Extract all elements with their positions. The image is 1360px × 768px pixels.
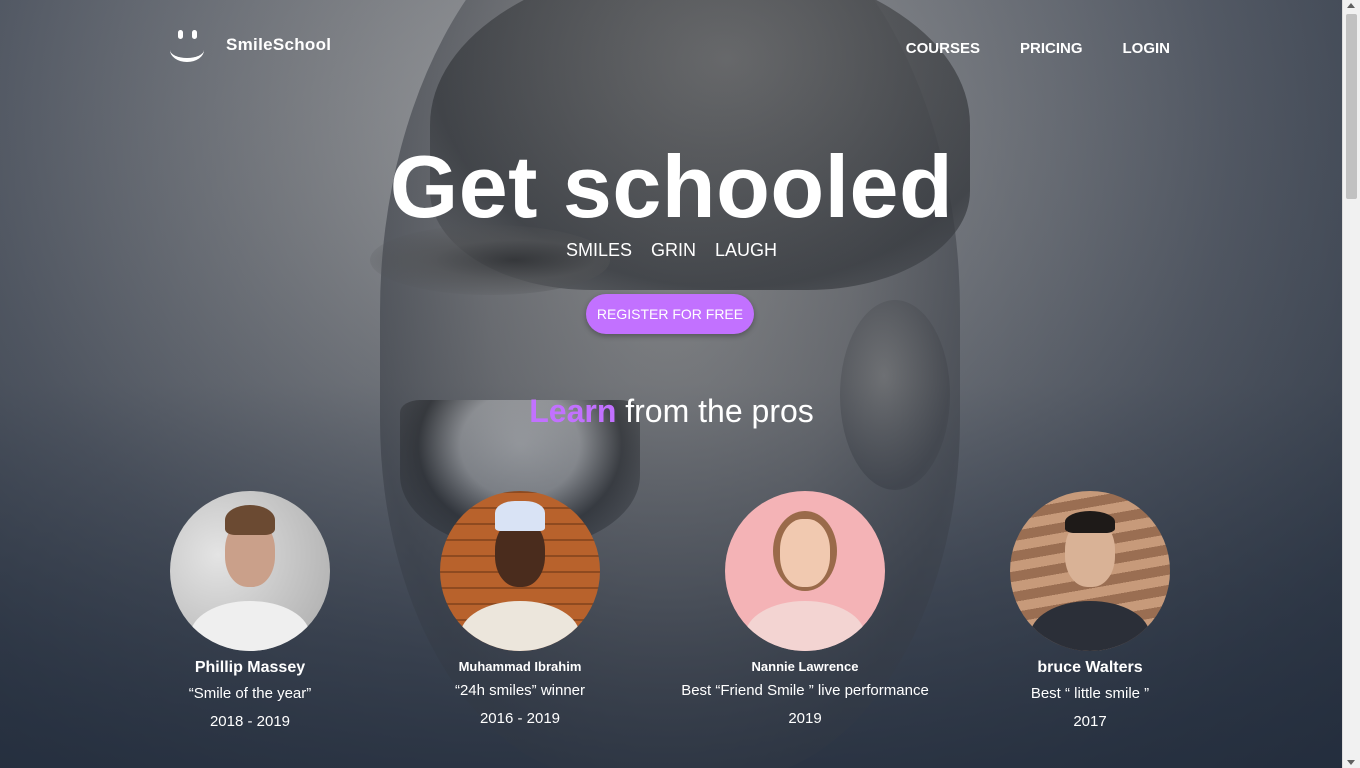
pro-card: Muhammad Ibrahim “24h smiles” winner 201… <box>390 491 650 727</box>
avatar <box>725 491 885 651</box>
pro-name: bruce Walters <box>1037 659 1143 676</box>
pro-card: Nannie Lawrence Best “Friend Smile ” liv… <box>675 491 935 727</box>
vertical-scrollbar[interactable] <box>1342 0 1360 768</box>
pro-name: Nannie Lawrence <box>751 659 859 674</box>
pro-card: bruce Walters Best “ little smile ” 2017 <box>960 491 1220 730</box>
pro-name: Phillip Massey <box>194 659 306 676</box>
hero-tag: GRIN <box>651 240 696 260</box>
avatar <box>1010 491 1170 651</box>
avatar <box>440 491 600 651</box>
scroll-up-arrow-icon[interactable] <box>1347 3 1355 8</box>
nav-pricing[interactable]: PRICING <box>1020 40 1083 57</box>
pro-years: 2019 <box>788 710 822 727</box>
pros-title-rest: from the pros <box>616 393 814 429</box>
hero-tag: LAUGH <box>715 240 778 260</box>
pro-years: 2017 <box>1073 713 1107 730</box>
pro-quote: Best “Friend Smile ” live performance <box>681 682 929 699</box>
pro-quote: “24h smiles” winner <box>454 682 586 699</box>
hero-tags: SMILES GRIN LAUGH <box>0 240 1343 261</box>
nav-login[interactable]: LOGIN <box>1123 40 1171 57</box>
pro-years: 2018 - 2019 <box>209 713 291 730</box>
pro-quote: Best “ little smile ” <box>1030 685 1150 702</box>
pro-name: Muhammad Ibrahim <box>458 659 582 674</box>
brand-name: SmileSchool <box>226 35 332 54</box>
register-button[interactable]: REGISTER FOR FREE <box>586 294 754 334</box>
hero-section: SmileSchool COURSES PRICING LOGIN Get sc… <box>0 0 1343 768</box>
pros-title-highlight: Learn <box>529 393 617 429</box>
nav-courses[interactable]: COURSES <box>906 40 980 57</box>
pros-section-title: Learn from the pros <box>0 393 1343 430</box>
brand-logo[interactable]: SmileSchool <box>168 28 331 62</box>
hero-title: Get schooled <box>389 137 954 236</box>
scroll-down-arrow-icon[interactable] <box>1347 760 1355 765</box>
pro-card: Phillip Massey “Smile of the year” 2018 … <box>120 491 380 730</box>
main-nav: COURSES PRICING LOGIN <box>906 40 1170 57</box>
avatar <box>170 491 330 651</box>
hero-tag: SMILES <box>565 240 632 260</box>
pro-quote: “Smile of the year” <box>188 685 312 702</box>
scrollbar-thumb[interactable] <box>1346 14 1357 199</box>
pro-years: 2016 - 2019 <box>479 710 561 727</box>
smile-logo-icon <box>168 28 208 62</box>
